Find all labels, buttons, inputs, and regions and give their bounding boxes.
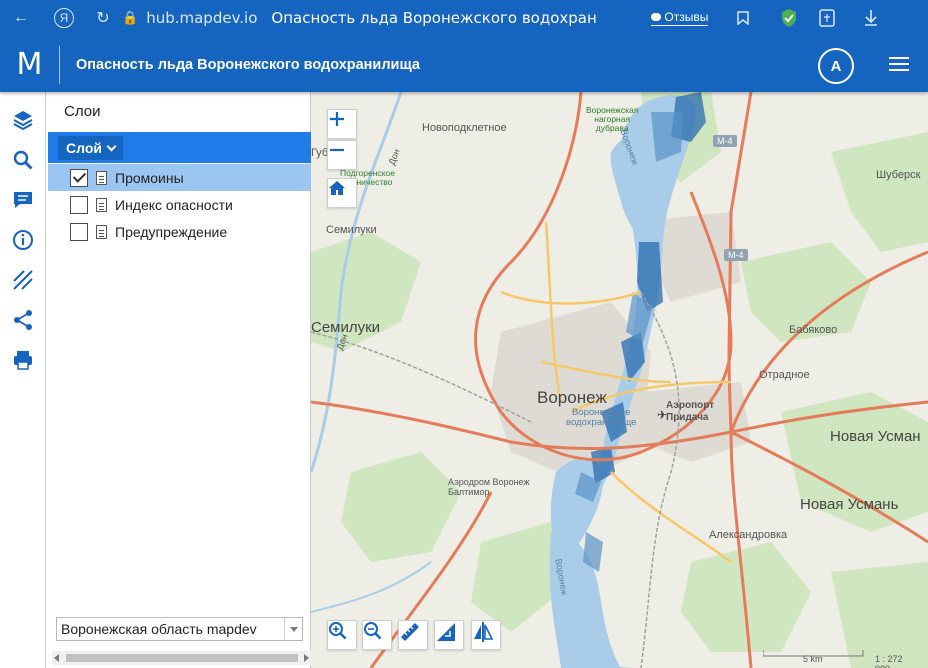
region-select[interactable]: Воронежская область mapdev [56,617,303,641]
layer-group-label: Слой [66,140,102,156]
scrollbar-thumb[interactable] [66,654,298,662]
zoom-out-button[interactable] [327,140,357,170]
reload-icon[interactable]: ↻ [92,7,114,29]
map-label-semiluki-large: Семилуки [311,319,381,336]
map-label-babyakovo: Бабяково [789,324,838,336]
search-icon[interactable] [11,148,35,172]
map-label-aleksandrovka: Александровка [709,529,788,541]
extensions-icon[interactable] [816,7,838,29]
map-label-novopodkletnoe: Новоподклетное [422,122,507,134]
area-icon [437,623,455,641]
map-label-nagornaya-dubrava: Воронежская нагорная дубрава [586,105,639,133]
home-icon [329,181,345,195]
map-label-semiluki: Семилуки [326,224,377,236]
airplane-icon: ✈ [657,408,668,422]
info-icon[interactable] [11,228,35,252]
layer-label: Предупреждение [115,223,228,240]
document-icon [96,197,107,212]
layer-row-danger-index[interactable]: Индекс опасности [48,191,311,218]
zoom-in-button[interactable] [327,109,357,139]
layer-label: Индекс опасности [115,196,233,213]
map-label-shuberskoe: Шуберск [876,169,921,181]
scale-distance: 5 km [803,654,823,664]
feedback-button[interactable]: Отзывы [651,10,709,26]
map-label-otradnoe: Отрадное [759,369,810,381]
map-view[interactable]: Новоподклетное Губа Семилуки Семилуки Во… [311,92,928,668]
region-select-value: Воронежская область mapdev [61,621,257,637]
hatch-icon[interactable] [11,268,35,292]
map-label-airfield-baltimor: Аэродром Воронеж Балтимор [448,477,530,497]
chevron-down-icon [106,141,117,151]
road-shield-m4-2: М-4 [724,249,748,261]
layer-label: Промоины [115,169,184,186]
yandex-icon[interactable]: Я [54,8,74,28]
share-icon[interactable] [11,308,35,332]
zoom-in-icon [329,622,347,640]
layer-group-dropdown[interactable]: Слой [58,136,123,160]
back-arrow-icon[interactable]: ← [10,7,32,29]
layer-checkbox[interactable] [70,222,88,241]
dropdown-arrow-icon[interactable] [284,618,302,640]
browser-toolbar: ← Я ↻ 🔒 hub.mapdev.io Опасность льда Вор… [0,0,928,36]
scale-ratio: 1 : 272 989 [875,654,903,668]
layer-row-promoiny[interactable]: Промоины [48,164,311,191]
user-avatar[interactable]: A [818,48,854,84]
bookmark-icon[interactable] [732,7,754,29]
map-scale: 5 km 1 : 272 989 [763,648,913,668]
download-icon[interactable] [860,7,882,29]
panel-title: Слои [64,103,101,120]
app-logo[interactable]: M [0,45,60,84]
tool-rail [0,92,46,668]
map-label-novaya-usman-1: Новая Усман [830,428,921,445]
panel-horizontal-scrollbar[interactable] [52,651,311,665]
map-label-voronezh-city: Воронеж [537,388,607,407]
layer-checkbox[interactable] [70,195,88,214]
layer-group-bar: Слой [48,132,311,163]
compare-button[interactable] [471,620,501,650]
map-canvas[interactable] [311,92,928,668]
layer-row-warning[interactable]: Предупреждение [48,218,311,245]
compare-icon [474,622,494,642]
app-title: Опасность льда Воронежского водохранилищ… [76,56,420,73]
tab-title: Опасность льда Воронежского водохранилищ… [271,9,597,27]
feedback-label: Отзывы [664,10,709,24]
menu-icon[interactable] [889,57,909,71]
shield-check-icon[interactable] [778,7,800,29]
comment-icon[interactable] [11,188,35,212]
map-label-airport: Аэропорт Придача [666,400,715,423]
print-icon[interactable] [11,348,35,372]
zoom-out-tool-button[interactable] [362,620,392,650]
home-button[interactable] [327,178,357,208]
app-header: M Опасность льда Воронежского водохранил… [0,36,928,92]
measure-area-button[interactable] [434,620,464,650]
zoom-in-tool-button[interactable] [327,620,357,650]
feedback-bubble-icon [651,13,662,21]
lock-icon: 🔒 [122,10,139,25]
road-shield-m4: М-4 [713,135,737,147]
url-domain[interactable]: hub.mapdev.io [146,9,257,27]
measure-distance-button[interactable] [398,620,428,650]
ruler-icon [401,623,419,641]
scroll-left-icon[interactable] [54,654,59,662]
layers-icon[interactable] [11,108,35,132]
map-label-novaya-usman-2: Новая Усмань [800,496,899,513]
zoom-out-icon [364,622,382,640]
layers-panel: Слои Слой Промоины Индекс опасности Пред… [46,92,311,668]
map-label-reservoir: Воронежское водохранилище [566,407,637,428]
document-icon [96,224,107,239]
scroll-right-icon[interactable] [304,654,309,662]
document-icon [96,170,107,185]
layer-checkbox[interactable] [70,168,88,187]
